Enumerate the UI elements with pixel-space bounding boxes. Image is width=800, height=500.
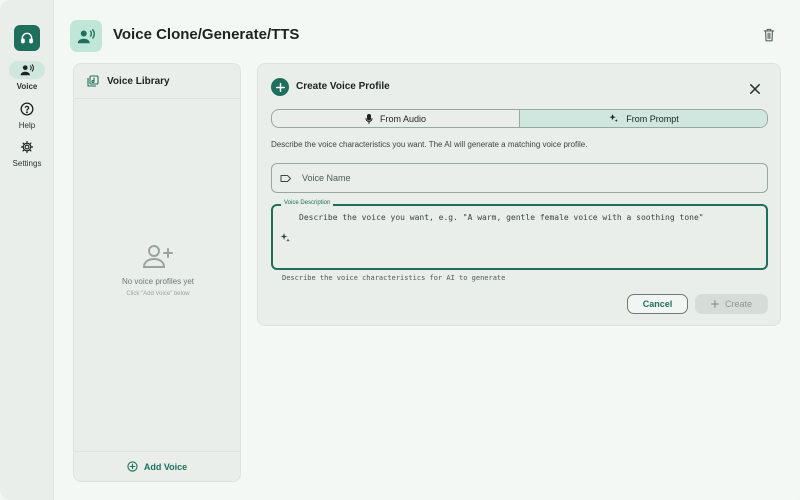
library-icon (87, 75, 99, 87)
sidebar-item-voice[interactable]: Voice (0, 61, 54, 91)
sidebar-item-settings[interactable]: Settings (0, 138, 54, 168)
sidebar-item-label: Settings (12, 159, 42, 168)
delete-button[interactable] (763, 28, 777, 44)
voice-name-field (271, 163, 768, 193)
cancel-button[interactable]: Cancel (627, 294, 688, 314)
sparkle-icon (609, 113, 619, 123)
tab-from-audio[interactable]: From Audio (272, 110, 519, 127)
nav-icon-pill (9, 138, 45, 156)
empty-state-title: No voice profiles yet (121, 277, 195, 286)
sidebar-item-label: Voice (16, 82, 38, 91)
add-icon-badge (271, 78, 289, 96)
voice-person-icon (77, 28, 95, 43)
description-helper-text: Describe the voice characteristics for A… (282, 274, 506, 282)
add-voice-label: Add Voice (143, 461, 188, 472)
tag-icon (280, 174, 291, 182)
card-description: Describe the voice characteristics you w… (271, 140, 588, 149)
sidebar-item-label: Help (18, 121, 36, 130)
voice-description-input[interactable] (299, 213, 739, 261)
app-logo[interactable] (14, 25, 40, 51)
nav-icon-pill (9, 61, 45, 79)
library-empty-state: No voice profiles yet Click "Add Voice" … (74, 244, 242, 297)
card-title: Create Voice Profile (296, 81, 390, 92)
trash-icon (763, 28, 775, 42)
page-title: Voice Clone/Generate/TTS (113, 26, 300, 43)
library-title: Voice Library (107, 75, 170, 87)
voice-library-panel: Voice Library No voice profiles yet Clic… (73, 63, 241, 482)
app-window: Voice Help Settings Voice Clone/Generate… (0, 0, 800, 500)
add-person-icon (142, 245, 173, 268)
gear-icon (20, 140, 34, 154)
create-button[interactable]: Create (695, 294, 768, 314)
headphones-icon (21, 32, 33, 44)
library-header: Voice Library (74, 64, 240, 99)
plus-circle-icon (127, 461, 138, 472)
close-card-button[interactable] (750, 81, 762, 94)
tab-label: From Prompt (626, 113, 679, 124)
voice-name-input[interactable] (302, 173, 742, 183)
add-voice-button[interactable]: Add Voice (74, 451, 240, 481)
tab-label: From Audio (379, 113, 427, 124)
sidebar: Voice Help Settings (0, 0, 54, 500)
plus-icon (711, 300, 719, 308)
source-segmented-control: From Audio From Prompt (271, 109, 768, 128)
voice-person-icon (20, 64, 34, 76)
help-circle-icon (20, 102, 34, 116)
close-icon (750, 84, 760, 94)
sparkle-icon (280, 233, 290, 242)
voice-description-label: Voice Description (281, 200, 334, 206)
create-button-label: Create (724, 299, 752, 309)
tab-from-prompt[interactable]: From Prompt (519, 110, 767, 127)
plus-icon (275, 82, 285, 92)
create-voice-profile-card: Create Voice Profile From Audio From Pro… (257, 63, 781, 326)
nav-icon-pill (9, 100, 45, 118)
header-icon (70, 20, 102, 52)
sidebar-item-help[interactable]: Help (0, 100, 54, 130)
empty-state-subtitle: Click "Add Voice" below (126, 291, 190, 297)
voice-description-field: Voice Description (271, 200, 768, 270)
microphone-icon (365, 113, 373, 124)
